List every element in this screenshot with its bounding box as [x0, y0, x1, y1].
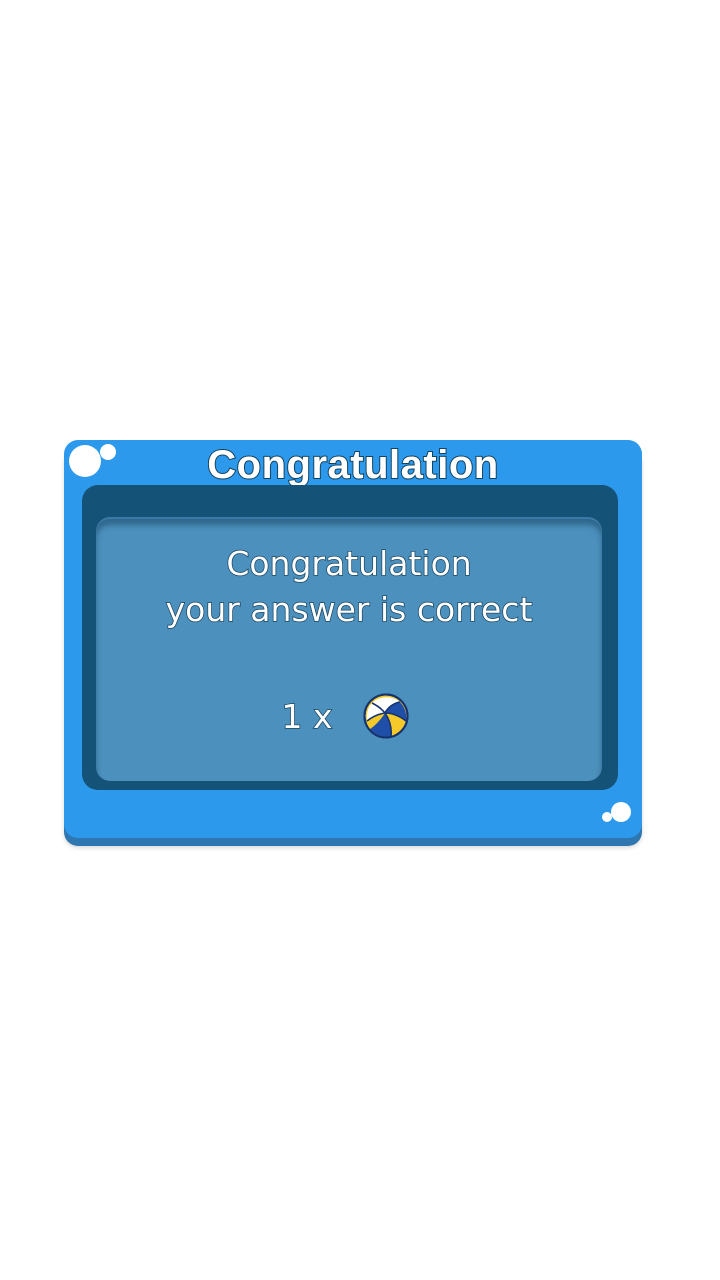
- message-line-1: Congratulation: [226, 543, 473, 584]
- screen: { "dialog": { "title": "Congratulation",…: [0, 0, 720, 1280]
- volleyball-icon: [363, 693, 408, 739]
- decor-bubble: [611, 802, 631, 822]
- dialog-title: Congratulation: [206, 442, 499, 488]
- dialog-panel: Congratulation your answer is correct 1 …: [82, 485, 618, 790]
- reward-count: 1 x: [281, 696, 334, 737]
- message-line-2: your answer is correct: [165, 589, 533, 630]
- reward-row: 1 x: [96, 691, 602, 741]
- congratulation-dialog: Congratulation Congratulation your answe…: [64, 440, 642, 838]
- result-message: Congratulation your answer is correct: [96, 541, 602, 633]
- decor-bubble: [602, 812, 612, 822]
- dialog-content: Congratulation your answer is correct 1 …: [96, 519, 602, 781]
